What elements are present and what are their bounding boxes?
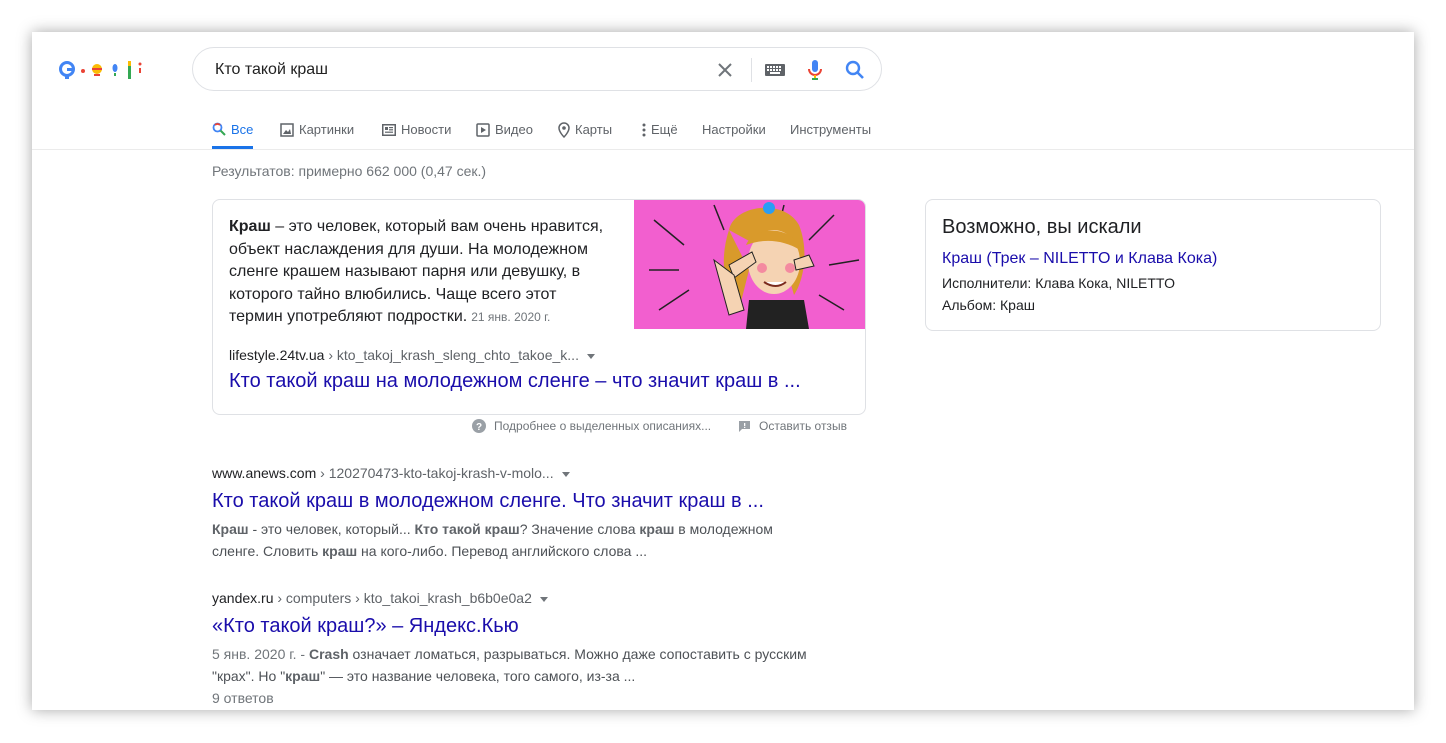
result-snippet: Краш - это человек, который... Кто такой… — [212, 518, 822, 562]
feedback-link[interactable]: Оставить отзыв — [738, 419, 847, 433]
album-value: Краш — [996, 297, 1035, 313]
tab-all[interactable]: Все — [212, 112, 254, 149]
more-vert-icon — [642, 123, 646, 136]
feedback-icon — [739, 420, 750, 432]
tab-settings[interactable]: Настройки — [702, 112, 766, 147]
snippet-image[interactable] — [634, 200, 866, 329]
chevron-down-icon[interactable] — [561, 471, 570, 477]
about-label: Подробнее о выделенных описаниях... — [494, 419, 712, 433]
tab-tools[interactable]: Инструменты — [790, 112, 871, 147]
google-doodle-logo[interactable] — [58, 58, 148, 82]
result-domain: yandex.ru — [212, 590, 274, 606]
panel-album: Альбом: Краш — [942, 297, 1035, 313]
snippet-bold: краш — [639, 521, 675, 537]
tab-label: Новости — [401, 122, 452, 137]
result-domain: www.anews.com — [212, 465, 317, 481]
snippet-domain: lifestyle.24tv.ua — [229, 347, 325, 363]
snippet-bold: краш — [285, 668, 321, 684]
did-you-mean-panel: Возможно, вы искали Краш (Трек – NILETTO… — [925, 199, 1381, 331]
artists-label: Исполнители: — [942, 275, 1032, 291]
feedback-label: Оставить отзыв — [759, 419, 847, 433]
tab-images[interactable]: Картинки — [280, 112, 354, 147]
snippet-bold: Кто такой краш — [414, 521, 520, 537]
result-stats: Результатов: примерно 662 000 (0,47 сек.… — [212, 163, 487, 179]
image-icon — [280, 122, 294, 137]
search-icon[interactable] — [843, 58, 867, 82]
result-snippet: 5 янв. 2020 г. - Crash означает ломаться… — [212, 643, 822, 687]
album-label: Альбом: — [942, 297, 997, 313]
snippet-text: " — это название человека, того самого, … — [320, 668, 636, 684]
search-result: www.anews.com › 120270473-kto-takoj-kras… — [212, 463, 822, 562]
snippet-bold: Crash — [308, 646, 349, 662]
snippet-date: 21 янв. 2020 г. — [471, 310, 551, 324]
result-path: › computers › kto_takoi_krash_b6b0e0a2 — [273, 590, 532, 606]
snippet-text: на кого-либо. Перевод английского слова … — [357, 543, 647, 559]
result-path: › 120270473-kto-takoj-krash-v-molo... — [316, 465, 554, 481]
snippet-bold: краш — [322, 543, 358, 559]
snippet-path: › kto_takoj_krash_sleng_chto_takoe_k... — [324, 347, 579, 363]
tab-news[interactable]: Новости — [382, 112, 451, 147]
about-featured-snippets[interactable]: ? Подробнее о выделенных описаниях... — [472, 419, 711, 433]
close-icon[interactable] — [713, 58, 737, 82]
result-title-link[interactable]: «Кто такой краш?» – Яндекс.Кью — [212, 613, 822, 639]
microphone-icon[interactable] — [803, 58, 827, 82]
result-cite[interactable]: www.anews.com › 120270473-kto-takoj-kras… — [212, 463, 822, 483]
browser-window: Все Картинки Новости Видео Карты Ещё Нас… — [32, 32, 1414, 710]
search-icon — [212, 122, 226, 136]
help-icon: ? — [472, 419, 486, 433]
result-cite[interactable]: yandex.ru › computers › kto_takoi_krash_… — [212, 588, 822, 608]
result-date: 5 янв. 2020 г. - — [212, 646, 309, 662]
divider — [751, 58, 752, 82]
video-icon — [476, 122, 490, 137]
tab-video[interactable]: Видео — [476, 112, 533, 147]
panel-artists: Исполнители: Клава Кока, NILETTO — [942, 275, 1175, 291]
tab-maps[interactable]: Карты — [558, 112, 612, 147]
tab-label: Настройки — [702, 122, 766, 137]
map-pin-icon — [558, 121, 570, 138]
snippet-text: - это человек, который... — [248, 521, 415, 537]
chevron-down-icon[interactable] — [539, 596, 548, 602]
tab-label: Карты — [575, 122, 613, 137]
snippet-bold: Краш — [212, 521, 249, 537]
news-icon — [382, 123, 396, 136]
tab-label: Картинки — [299, 122, 355, 137]
snippet-text: Краш – это человек, который вам очень нр… — [229, 216, 613, 329]
tab-label: Видео — [495, 122, 533, 137]
tab-label: Ещё — [651, 122, 678, 137]
snippet-title-link[interactable]: Кто такой краш на молодежном сленге – чт… — [229, 370, 801, 393]
search-box[interactable] — [192, 47, 882, 92]
artists-value: Клава Кока, NILETTO — [1031, 275, 1176, 291]
snippet-cite[interactable]: lifestyle.24tv.ua › kto_takoj_krash_slen… — [229, 347, 595, 363]
chevron-down-icon[interactable] — [586, 353, 595, 359]
featured-snippet: Краш – это человек, который вам очень нр… — [212, 199, 866, 415]
snippet-text: ? Значение слова — [519, 521, 640, 537]
header-divider — [32, 149, 1414, 150]
answers-count[interactable]: 9 ответов — [212, 687, 822, 709]
panel-song-link[interactable]: Краш (Трек – NILETTO и Клава Кока) — [942, 250, 1217, 268]
result-title-link[interactable]: Кто такой краш в молодежном сленге. Что … — [212, 488, 822, 514]
panel-heading: Возможно, вы искали — [942, 216, 1142, 238]
snippet-body: – это человек, который вам очень нравитс… — [229, 218, 604, 325]
tab-label: Все — [231, 121, 254, 137]
tab-label: Инструменты — [790, 122, 872, 137]
tab-more[interactable]: Ещё — [642, 112, 678, 147]
svg-text:?: ? — [476, 422, 482, 433]
snippet-bold-term: Краш — [229, 218, 271, 235]
search-input[interactable] — [213, 48, 697, 92]
search-result: yandex.ru › computers › kto_takoi_krash_… — [212, 588, 822, 709]
keyboard-icon[interactable] — [763, 58, 787, 82]
